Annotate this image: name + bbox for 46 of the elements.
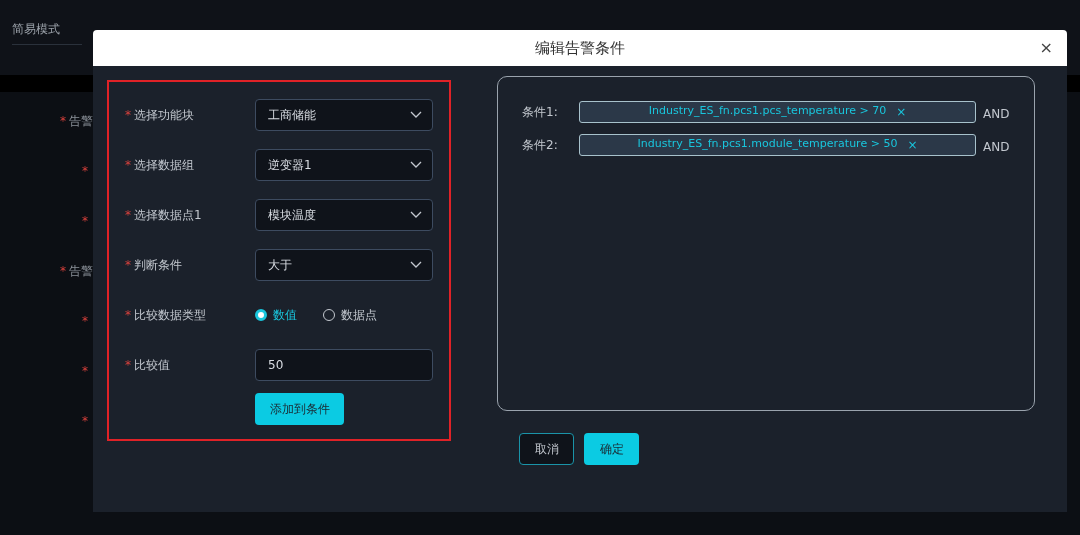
required-mark: * — [82, 314, 88, 328]
input-field[interactable]: 50 — [255, 349, 433, 381]
required-mark: * — [125, 208, 131, 222]
required-mark: * — [82, 164, 88, 178]
chevron-down-icon — [410, 111, 422, 119]
chevron-down-icon — [410, 211, 422, 219]
dropdown-field[interactable]: 模块温度 — [255, 199, 433, 231]
field-label: 比较数据类型 — [134, 308, 206, 322]
dropdown-field[interactable]: 工商储能 — [255, 99, 433, 131]
dropdown-field[interactable]: 大于 — [255, 249, 433, 281]
dropdown-field[interactable]: 逆变器1 — [255, 149, 433, 181]
add-condition-button[interactable]: 添加到条件 — [255, 393, 344, 425]
condition-label: 条件1: — [522, 103, 559, 121]
radio-option[interactable]: 数值 — [255, 306, 297, 324]
confirm-button[interactable]: 确定 — [584, 433, 639, 465]
logic-operator: AND — [983, 105, 1010, 123]
radio-option[interactable]: 数据点 — [323, 306, 377, 324]
close-button[interactable]: × — [1037, 38, 1055, 58]
field-label: 告警 — [69, 114, 93, 128]
required-mark: * — [60, 264, 66, 278]
field-label: 选择数据组 — [134, 158, 194, 172]
logic-operator: AND — [983, 138, 1010, 156]
required-mark: * — [125, 308, 131, 322]
required-mark: * — [82, 364, 88, 378]
remove-button[interactable]: × — [907, 138, 918, 151]
mode-tab[interactable]: 简易模式 — [12, 20, 82, 45]
required-mark: * — [125, 258, 131, 272]
required-mark: * — [125, 108, 131, 122]
required-mark: * — [82, 414, 88, 428]
chevron-down-icon — [410, 261, 422, 269]
dialog-title: 编辑告警条件 — [535, 37, 625, 59]
cancel-button[interactable]: 取消 — [519, 433, 574, 465]
field-label: 选择功能块 — [134, 108, 194, 122]
condition-expression: Industry_ES_fn.pcs1.pcs_temperature > 70 — [648, 103, 887, 120]
required-mark: * — [60, 114, 66, 128]
field-label: 告警 — [69, 264, 93, 278]
condition-label: 条件2: — [522, 136, 559, 154]
required-mark: * — [82, 214, 88, 228]
required-mark: * — [125, 358, 131, 372]
field-label: 判断条件 — [134, 258, 182, 272]
chevron-down-icon — [410, 161, 422, 169]
field-label: 选择数据点1 — [134, 208, 202, 222]
remove-button[interactable]: × — [896, 105, 907, 118]
field-label: 比较值 — [134, 358, 170, 372]
required-mark: * — [125, 158, 131, 172]
condition-expression: Industry_ES_fn.pcs1.module_temperature > 50 — [637, 136, 898, 153]
